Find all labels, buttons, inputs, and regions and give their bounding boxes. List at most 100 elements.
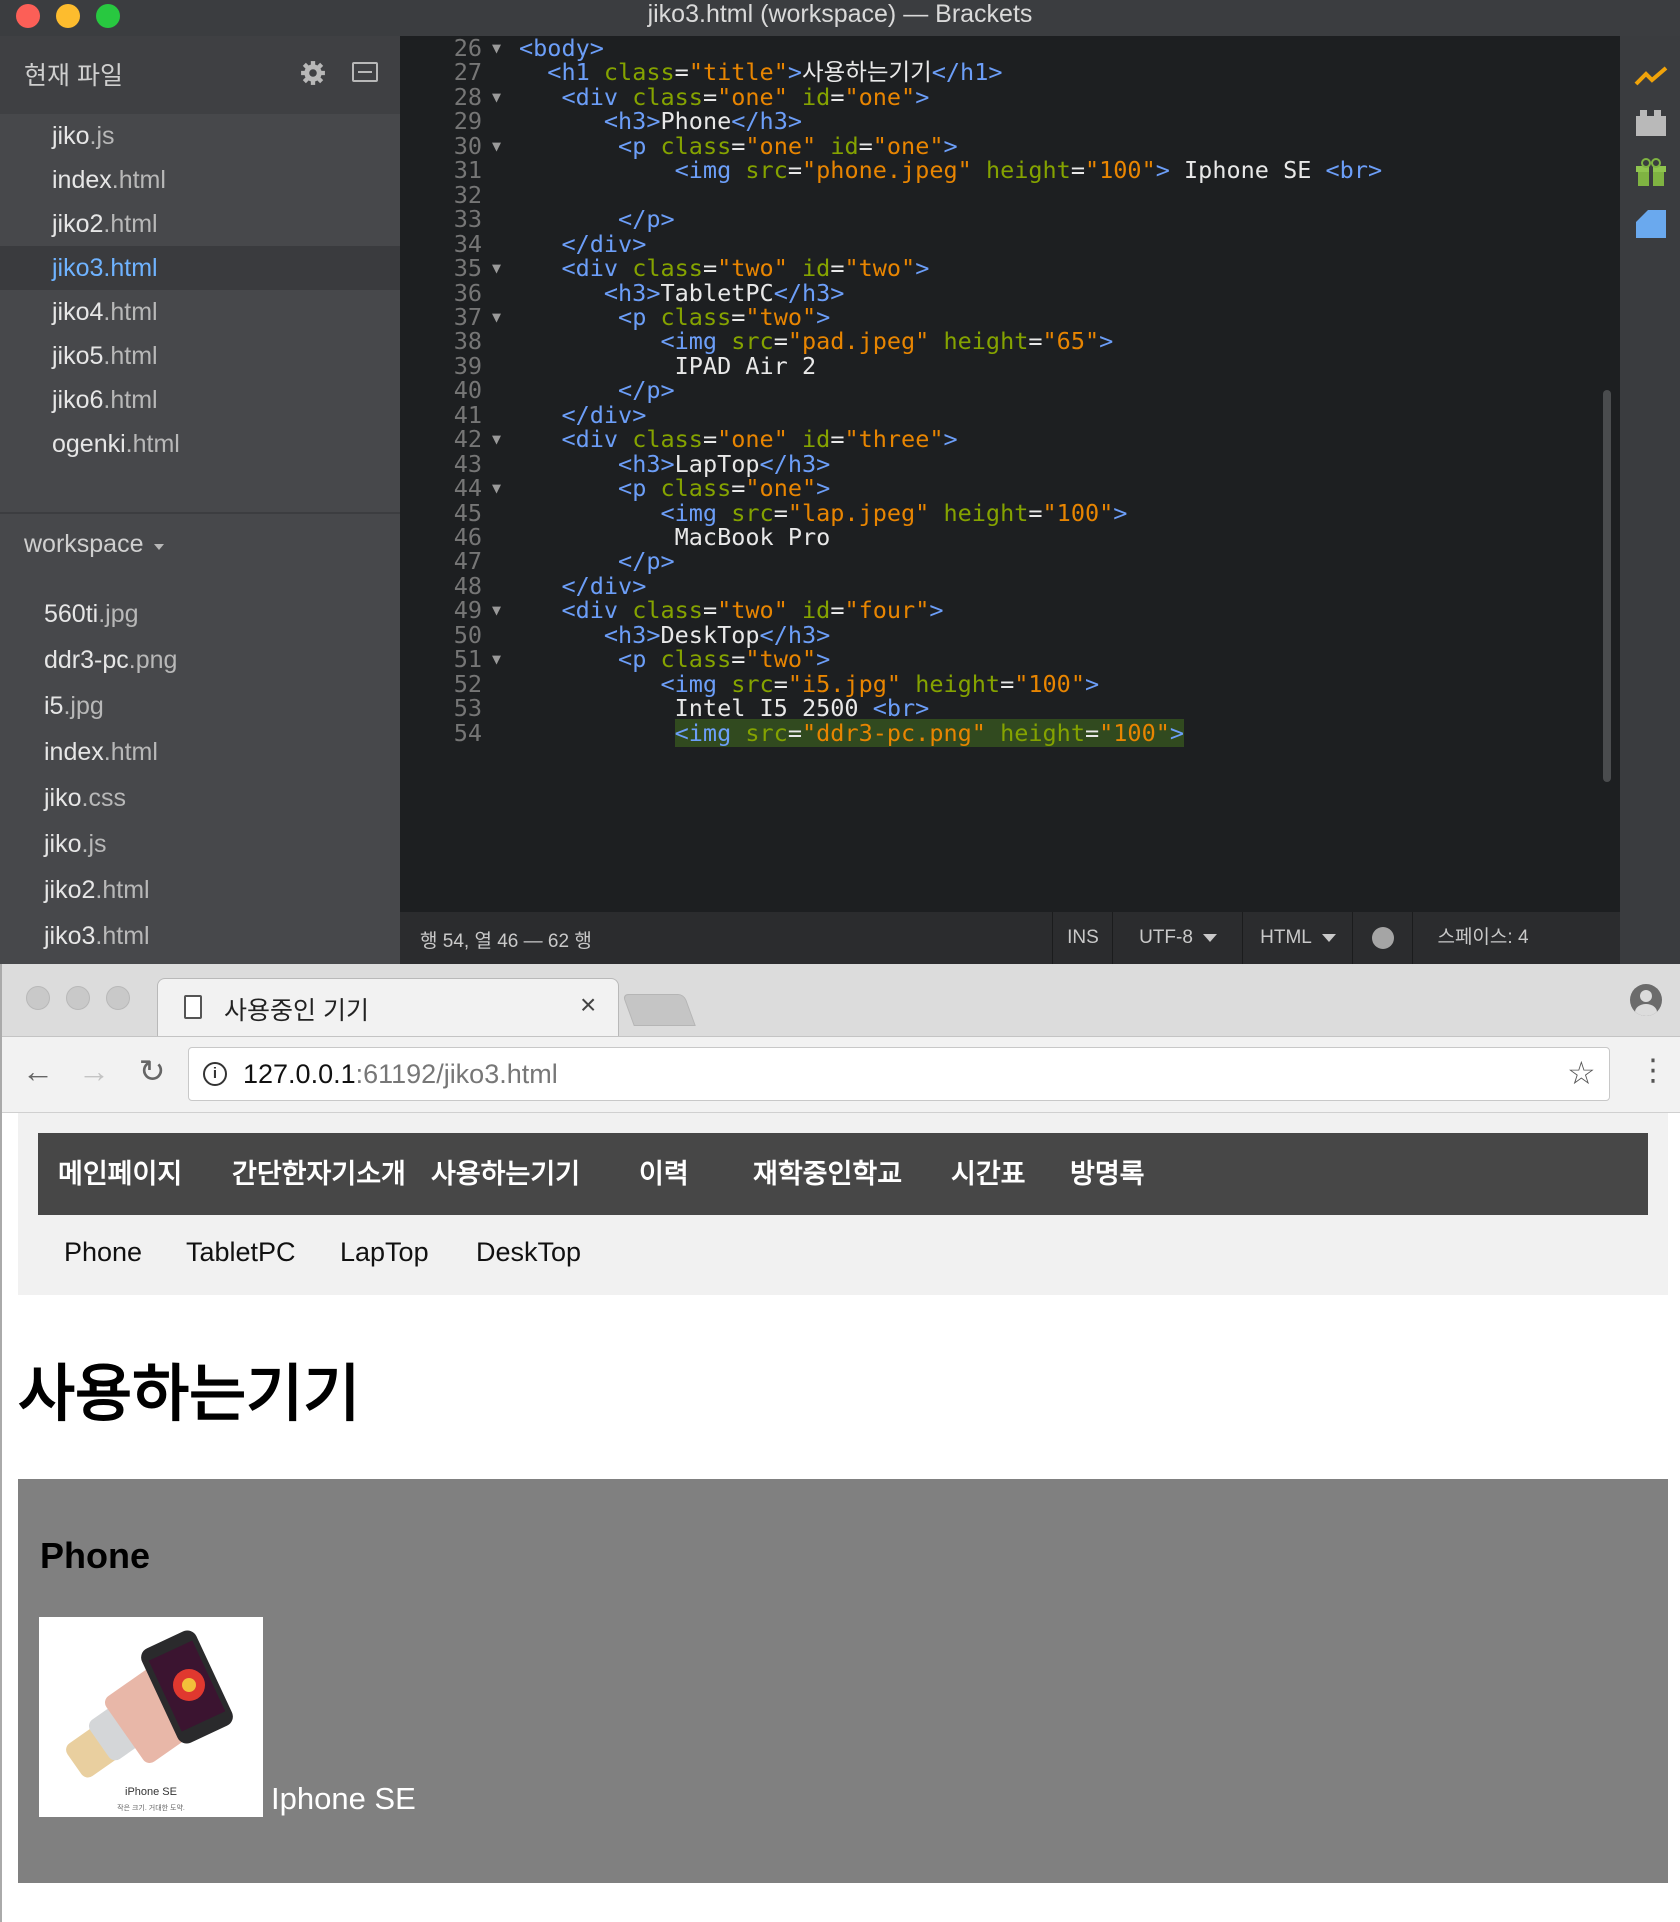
- file-name: jiko: [44, 784, 82, 812]
- language-select[interactable]: HTML: [1242, 912, 1353, 964]
- working-file-item[interactable]: jiko.js: [0, 114, 400, 158]
- working-file-item[interactable]: jiko2.html: [0, 202, 400, 246]
- window-title: jiko3.html (workspace) — Brackets: [647, 0, 1033, 28]
- main-nav-item[interactable]: 사용하는기기: [431, 1133, 580, 1215]
- title-bar: jiko3.html (workspace) — Brackets: [0, 0, 1680, 36]
- chevron-down-icon: [1202, 933, 1217, 942]
- file-extension: .html: [125, 430, 180, 458]
- url-host: 127.0.0.1: [243, 1059, 356, 1089]
- project-file-item[interactable]: jiko3.html: [0, 913, 400, 959]
- line-number: 54: [453, 718, 482, 747]
- code-editor[interactable]: 26 ▼ <body> 27 <h1 class="title">사용하는기기</h1…: [400, 34, 1620, 912]
- image-caption: iPhone SE: [125, 1786, 177, 1798]
- file-name: jiko: [44, 830, 82, 858]
- bookmark-star-icon[interactable]: ☆: [1567, 1054, 1596, 1092]
- url-text: 127.0.0.1:61192/jiko3.html: [243, 1059, 558, 1090]
- insert-mode-toggle[interactable]: INS: [1052, 912, 1113, 964]
- address-bar[interactable]: i 127.0.0.1:61192/jiko3.html ☆: [188, 1047, 1610, 1101]
- live-preview-icon[interactable]: [1634, 60, 1668, 90]
- file-extension: .html: [103, 342, 158, 370]
- project-file-item[interactable]: i5.jpg: [0, 683, 400, 729]
- file-name: i5: [44, 692, 64, 720]
- more-menu-icon[interactable]: ⋮: [1638, 1053, 1668, 1089]
- file-name: jiko5: [52, 342, 104, 370]
- project-file-item[interactable]: jiko.js: [0, 821, 400, 867]
- page-title: 사용하는기기: [18, 1360, 361, 1429]
- cursor-position: 행 54, 열 46 — 62 행: [420, 931, 592, 952]
- project-file-item[interactable]: 560ti.jpg: [0, 591, 400, 637]
- working-files-title: 현재 파일: [24, 62, 123, 90]
- file-extension: .jpg: [98, 600, 139, 628]
- working-files-header: 현재 파일: [0, 36, 400, 114]
- main-nav-item[interactable]: 메인페이지: [58, 1133, 182, 1215]
- working-file-item[interactable]: jiko5.html: [0, 334, 400, 378]
- file-extension: .css: [81, 784, 126, 812]
- project-file-item[interactable]: jiko.css: [0, 775, 400, 821]
- code-text: <img src="ddr3-pc.png" height="100">: [674, 718, 1185, 747]
- page-icon: [184, 995, 202, 1019]
- main-nav-item[interactable]: 방명록: [1070, 1133, 1145, 1215]
- sub-nav-item[interactable]: DeskTop: [476, 1237, 581, 1268]
- sub-nav-item[interactable]: TabletPC: [186, 1237, 296, 1268]
- profile-icon[interactable]: [1630, 984, 1662, 1016]
- indent-label: 스페이스: 4: [1437, 927, 1529, 948]
- main-nav-item[interactable]: 간단한자기소개: [232, 1133, 406, 1215]
- sidebar-divider: [0, 512, 400, 514]
- language-label: HTML: [1260, 927, 1312, 948]
- main-nav-item[interactable]: 재학중인학교: [753, 1133, 902, 1215]
- close-window-button[interactable]: [26, 986, 50, 1010]
- close-icon[interactable]: ×: [580, 989, 596, 1021]
- project-file-item[interactable]: ddr3-pc.png: [0, 637, 400, 683]
- project-file-item[interactable]: jiko2.html: [0, 867, 400, 913]
- file-name: index: [52, 166, 112, 194]
- file-extension: .html: [95, 876, 150, 904]
- image-subcaption: 작은 크기. 거대한 도약.: [117, 1803, 185, 1812]
- encoding-select[interactable]: UTF-8: [1112, 912, 1243, 964]
- project-file-item[interactable]: index.html: [0, 729, 400, 775]
- main-nav-item[interactable]: 이력: [639, 1133, 689, 1215]
- file-extension: .html: [103, 210, 158, 238]
- working-files-list: jiko.js index.html jiko2.html jiko3.html jik…: [0, 114, 400, 466]
- main-nav: 메인페이지 간단한자기소개 사용하는기기 이력 재학중인학교 시간표 방명록: [38, 1133, 1648, 1215]
- file-name: jiko: [52, 122, 90, 150]
- file-name: jiko3: [52, 254, 104, 282]
- working-file-item[interactable]: ogenki.html: [0, 422, 400, 466]
- file-extension: .html: [95, 922, 150, 950]
- working-file-item[interactable]: jiko6.html: [0, 378, 400, 422]
- file-extension: .html: [111, 166, 166, 194]
- file-name: jiko6: [52, 386, 104, 414]
- forward-arrow-icon[interactable]: →: [76, 1053, 112, 1089]
- working-file-item[interactable]: jiko3.html: [0, 246, 400, 290]
- sub-nav-item[interactable]: LapTop: [340, 1237, 429, 1268]
- right-toolbar: [1620, 36, 1680, 964]
- back-arrow-icon[interactable]: ←: [20, 1053, 56, 1089]
- file-extension: .html: [103, 298, 158, 326]
- extension-manager-icon[interactable]: [1634, 108, 1668, 138]
- gear-icon[interactable]: [300, 60, 326, 86]
- reload-icon[interactable]: ↻: [134, 1053, 170, 1089]
- split-view-icon[interactable]: [352, 62, 378, 82]
- blue-square-icon[interactable]: [1634, 208, 1668, 238]
- chevron-down-icon[interactable]: [154, 544, 164, 550]
- sub-nav-item[interactable]: Phone: [64, 1237, 142, 1268]
- minimize-window-button[interactable]: [66, 986, 90, 1010]
- zoom-window-button[interactable]: [106, 986, 130, 1010]
- working-file-item[interactable]: index.html: [0, 158, 400, 202]
- extension-gift-icon[interactable]: [1634, 158, 1668, 188]
- main-nav-item[interactable]: 시간표: [951, 1133, 1026, 1215]
- url-path: :61192/jiko3.html: [355, 1059, 558, 1089]
- new-tab-button[interactable]: [622, 994, 696, 1026]
- working-file-item[interactable]: jiko4.html: [0, 290, 400, 334]
- code-line[interactable]: 54 <img src="ddr3-pc.png" height="100">: [400, 718, 1620, 748]
- project-title[interactable]: workspace: [24, 530, 144, 559]
- file-extension: .png: [128, 646, 178, 674]
- browser-tab[interactable]: 사용중인 기기 ×: [157, 978, 619, 1037]
- info-icon[interactable]: i: [203, 1062, 227, 1086]
- indent-select[interactable]: 스페이스: 4: [1412, 912, 1553, 964]
- file-extension: .html: [103, 738, 158, 766]
- linter-status[interactable]: [1352, 912, 1413, 964]
- phone-section: Phone iPhone SE 작은 크기. 거대한 도약. Iphone SE: [18, 1479, 1668, 1883]
- file-extension: .js: [89, 122, 115, 150]
- chrome-window: 사용중인 기기 × ← → ↻ i 127.0.0.1:61192/jiko3.…: [0, 964, 1680, 1922]
- encoding-label: UTF-8: [1139, 927, 1193, 948]
